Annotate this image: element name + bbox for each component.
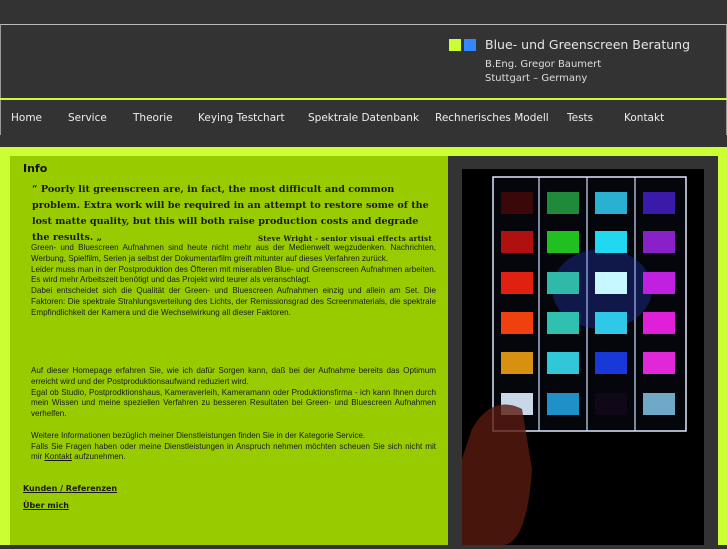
paragraph: Green- und Bluescreen Aufnahmen sind heu… <box>31 243 436 263</box>
contact-paragraph: Falls Sie Fragen haben oder meine Dienst… <box>31 442 436 464</box>
hand <box>462 404 532 545</box>
paragraph: Auf dieser Homepage erfahren Sie, wie ic… <box>31 366 436 386</box>
color-patch <box>501 272 533 294</box>
testchart-photo <box>462 169 704 545</box>
owner-name: B.Eng. Gregor Baumert <box>485 59 602 70</box>
color-patch <box>547 393 579 415</box>
color-patch <box>547 231 579 253</box>
nav-keying-testchart[interactable]: Keying Testchart <box>198 112 285 124</box>
references-link[interactable]: Kunden / Referenzen <box>23 484 117 493</box>
color-patch <box>547 272 579 294</box>
color-patch <box>501 352 533 374</box>
color-patch <box>547 312 579 334</box>
site-title: Blue- und Greenscreen Beratung <box>485 37 691 52</box>
nav-kontakt[interactable]: Kontakt <box>624 112 664 124</box>
nav-service[interactable]: Service <box>68 112 107 124</box>
service-text: Auf dieser Homepage erfahren Sie, wie ic… <box>31 366 436 463</box>
paragraph: Weitere Informationen bezüglich meiner D… <box>31 430 366 440</box>
text: aufzunehmen. <box>71 452 126 462</box>
header: Blue- und Greenscreen Beratung B.Eng. Gr… <box>0 24 727 98</box>
nav-home[interactable]: Home <box>11 112 42 124</box>
location: Stuttgart – Germany <box>485 73 588 84</box>
quote-author: Steve Wright - senior visual effects art… <box>258 234 432 243</box>
about-link[interactable]: Über mich <box>23 501 69 510</box>
brand-square-green <box>449 39 461 51</box>
color-patch <box>595 352 627 374</box>
color-patch <box>643 312 675 334</box>
color-patch <box>501 192 533 214</box>
color-patch <box>501 312 533 334</box>
nav-tests[interactable]: Tests <box>567 112 593 124</box>
paragraph: Leider muss man in der Postproduktion de… <box>31 264 436 285</box>
intro-text: Green- und Bluescreen Aufnahmen sind heu… <box>31 243 436 319</box>
top-bar <box>0 0 727 24</box>
nav-theorie[interactable]: Theorie <box>133 112 173 124</box>
content-panel: Info “ Poorly lit greenscreen are, in fa… <box>10 156 448 545</box>
color-patch <box>595 231 627 253</box>
color-patch <box>501 231 533 253</box>
color-patch <box>643 272 675 294</box>
color-patch <box>595 192 627 214</box>
color-patch <box>547 192 579 214</box>
color-patch <box>643 231 675 253</box>
main-nav: Home Service Theorie Keying Testchart Sp… <box>0 100 727 135</box>
color-patch <box>595 393 627 415</box>
paragraph: Dabei entscheidet sich die Qualität der … <box>31 286 436 317</box>
color-patch <box>643 352 675 374</box>
paragraph: Egal ob Studio, Postprodktionshaus, Kame… <box>31 387 436 419</box>
brand-square-blue <box>464 39 476 51</box>
color-patch <box>643 393 675 415</box>
color-patch <box>547 352 579 374</box>
nav-rechnerisches-modell[interactable]: Rechnerisches Modell <box>435 112 549 124</box>
color-patch <box>595 312 627 334</box>
section-heading: Info <box>23 162 48 175</box>
nav-spektrale-datenbank[interactable]: Spektrale Datenbank <box>308 112 419 124</box>
color-patch <box>595 272 627 294</box>
color-patch <box>643 192 675 214</box>
testchart-image <box>462 176 687 545</box>
kontakt-link[interactable]: Kontakt <box>44 452 71 461</box>
